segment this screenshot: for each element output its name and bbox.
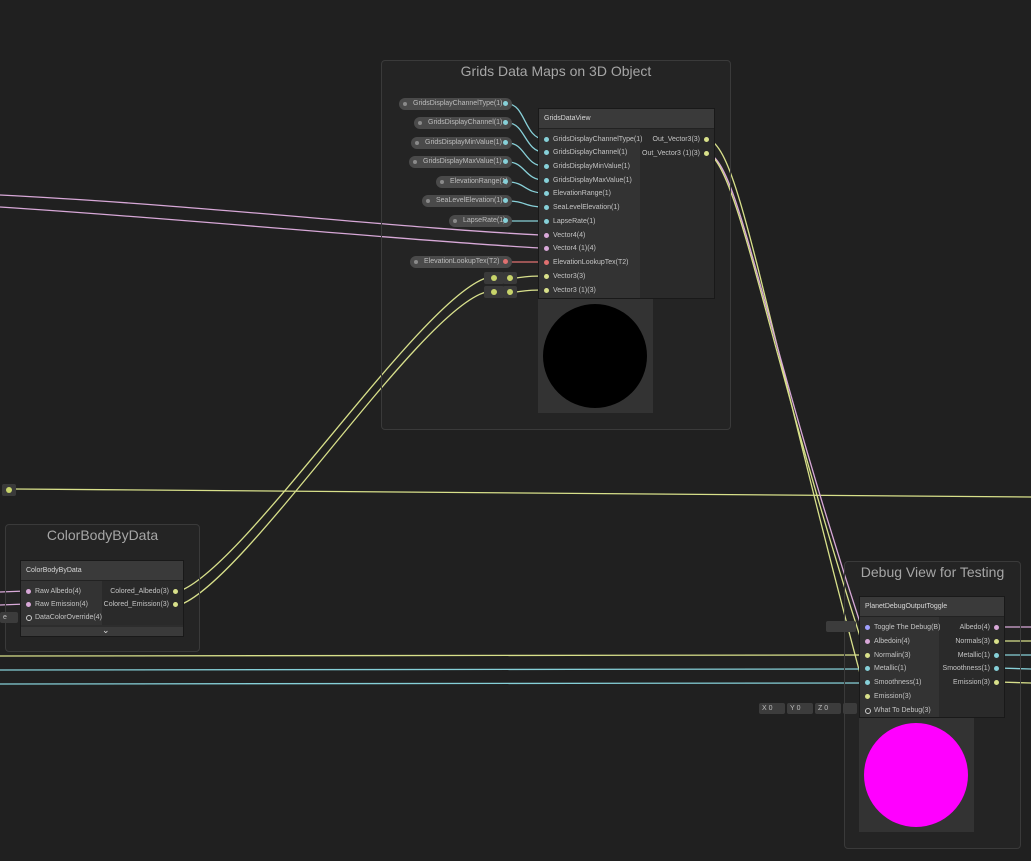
port-dot[interactable] [503, 140, 508, 145]
property-pill[interactable]: GridsDisplayChannel(1) [414, 117, 512, 129]
property-pill[interactable]: LapseRate(1) [449, 215, 512, 227]
reroute-node[interactable] [2, 484, 16, 496]
property-pill[interactable]: SeaLevelElevation(1) [422, 195, 512, 207]
output-port[interactable]: Colored_Emission(3) [102, 599, 183, 611]
node-title[interactable]: ColorBodyByData [21, 561, 183, 581]
port-dot[interactable] [503, 259, 508, 264]
wire-smoothness-in[interactable] [0, 682, 867, 685]
group-title: Grids Data Maps on 3D Object [460, 63, 652, 79]
vector-connector[interactable] [843, 703, 857, 714]
wire-out-vector3-2[interactable] [707, 152, 867, 656]
wire-metallic-in[interactable] [0, 668, 867, 671]
grids-preview[interactable] [538, 299, 653, 413]
debug-preview[interactable] [859, 718, 974, 832]
toggle-field[interactable] [826, 621, 856, 632]
port-dot[interactable] [503, 120, 508, 125]
port-dot[interactable] [503, 179, 508, 184]
vector-z-field[interactable]: Z 0 [815, 703, 841, 714]
sphere-preview [543, 304, 647, 408]
port-dot[interactable] [503, 159, 508, 164]
port-dot[interactable] [503, 101, 508, 106]
wire-normal-in[interactable] [0, 654, 867, 657]
output-port[interactable]: Smoothness(1) [939, 663, 1004, 675]
group-title: Debug View for Testing [860, 564, 1005, 580]
reroute-node[interactable] [484, 286, 504, 298]
property-pill[interactable]: ElevationRange(1) [436, 176, 512, 188]
reroute-node[interactable] [484, 272, 504, 284]
wire-out-vector3-1[interactable] [707, 152, 867, 642]
wire-long-horizontal[interactable] [13, 488, 1031, 498]
output-port[interactable]: Out_Vector3 (1)(3) [640, 148, 714, 160]
output-port[interactable]: Albedo(4) [939, 622, 1004, 634]
grids-data-view-node[interactable]: GridsDataView GridsDisplayChannelType(1)… [538, 108, 715, 299]
port-dot[interactable] [503, 198, 508, 203]
group-title: ColorBodyByData [46, 527, 159, 543]
node-title[interactable]: GridsDataView [539, 109, 714, 129]
vector-x-field[interactable]: X 0 [759, 703, 785, 714]
reroute-node[interactable] [503, 272, 517, 284]
vector-y-field[interactable]: Y 0 [787, 703, 813, 714]
property-pill[interactable]: GridsDisplayMaxValue(1) [409, 156, 512, 168]
node-title[interactable]: PlanetDebugOutputToggle [860, 597, 1004, 617]
output-port[interactable]: Out_Vector3(3) [640, 134, 714, 146]
property-pill[interactable]: GridsDisplayMinValue(1) [411, 137, 512, 149]
reroute-node[interactable] [503, 286, 517, 298]
output-port[interactable]: Colored_Albedo(3) [102, 586, 183, 598]
output-port[interactable]: Emission(3) [939, 677, 1004, 689]
chevron-down-icon: ⌄ [102, 625, 110, 635]
property-pill[interactable]: ElevationLookupTex(T2) [410, 256, 512, 268]
property-pill[interactable]: GridsDisplayChannelType(1) [399, 98, 512, 110]
color-body-by-data-node[interactable]: ColorBodyByData Raw Albedo(4) Raw Emissi… [20, 560, 184, 637]
override-value-field[interactable]: e [0, 612, 18, 623]
output-port[interactable]: Metallic(1) [939, 650, 1004, 662]
wire-out-vector3[interactable] [707, 138, 867, 697]
port-dot[interactable] [503, 218, 508, 223]
sphere-preview [864, 723, 968, 827]
expand-toggle[interactable]: ⌄ [21, 625, 183, 636]
output-port[interactable]: Normals(3) [939, 636, 1004, 648]
planet-debug-output-toggle-node[interactable]: PlanetDebugOutputToggle Toggle The Debug… [859, 596, 1005, 718]
